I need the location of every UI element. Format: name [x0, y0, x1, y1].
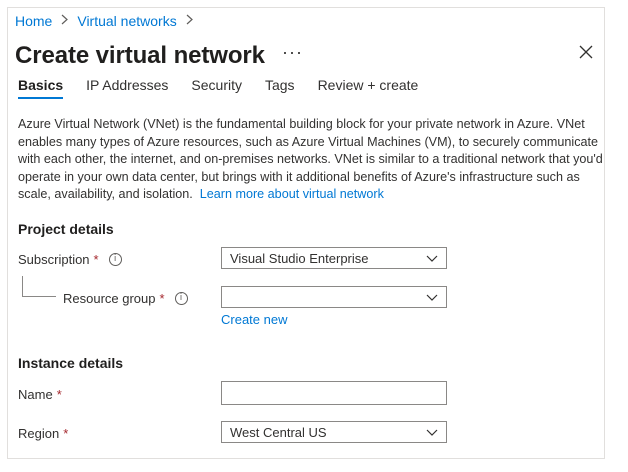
subscription-label-row: Subscription * i — [18, 252, 122, 267]
required-marker: * — [63, 426, 69, 441]
tab-review-create[interactable]: Review + create — [318, 77, 419, 99]
resource-group-label: Resource group — [63, 291, 156, 306]
resource-group-dropdown[interactable] — [221, 286, 447, 308]
info-icon[interactable]: i — [174, 292, 188, 305]
subscription-label: Subscription — [18, 252, 90, 267]
region-label-row: Region * — [18, 426, 68, 441]
description: Azure Virtual Network (VNet) is the fund… — [18, 116, 603, 204]
region-dropdown[interactable]: West Central US — [221, 421, 447, 443]
breadcrumb: Home Virtual networks — [15, 13, 193, 29]
subscription-dropdown[interactable]: Visual Studio Enterprise — [221, 247, 447, 269]
tree-connector-horizontal — [22, 296, 56, 297]
required-marker: * — [93, 252, 99, 267]
more-options-button[interactable]: ··· — [282, 42, 303, 63]
instance-details-heading: Instance details — [18, 355, 124, 371]
resource-group-label-row: Resource group * i — [63, 291, 188, 306]
region-value: West Central US — [230, 424, 327, 440]
name-label: Name — [18, 387, 53, 402]
info-icon[interactable]: i — [108, 253, 122, 266]
chevron-down-icon — [426, 429, 438, 436]
tab-ip-addresses[interactable]: IP Addresses — [86, 77, 168, 99]
name-input[interactable] — [221, 381, 447, 405]
tab-security[interactable]: Security — [191, 77, 242, 99]
project-details-heading: Project details — [18, 221, 114, 237]
chevron-right-icon — [186, 14, 193, 28]
chevron-down-icon — [426, 294, 438, 301]
close-icon[interactable] — [578, 44, 598, 64]
create-new-resource-group-link[interactable]: Create new — [221, 312, 287, 327]
required-marker: * — [56, 387, 62, 402]
tab-tags[interactable]: Tags — [265, 77, 295, 99]
breadcrumb-home[interactable]: Home — [15, 13, 52, 29]
required-marker: * — [159, 291, 165, 306]
region-label: Region — [18, 426, 60, 441]
subscription-value: Visual Studio Enterprise — [230, 250, 369, 266]
tab-bar: Basics IP Addresses Security Tags Review… — [18, 77, 441, 99]
chevron-right-icon — [61, 14, 69, 28]
learn-more-link[interactable]: Learn more about virtual network — [200, 187, 384, 201]
tree-connector-vertical — [22, 276, 23, 296]
breadcrumb-virtual-networks[interactable]: Virtual networks — [77, 13, 176, 29]
chevron-down-icon — [426, 255, 438, 262]
page-title: Create virtual network — [15, 42, 265, 69]
name-label-row: Name * — [18, 387, 62, 402]
tab-basics[interactable]: Basics — [18, 77, 64, 99]
